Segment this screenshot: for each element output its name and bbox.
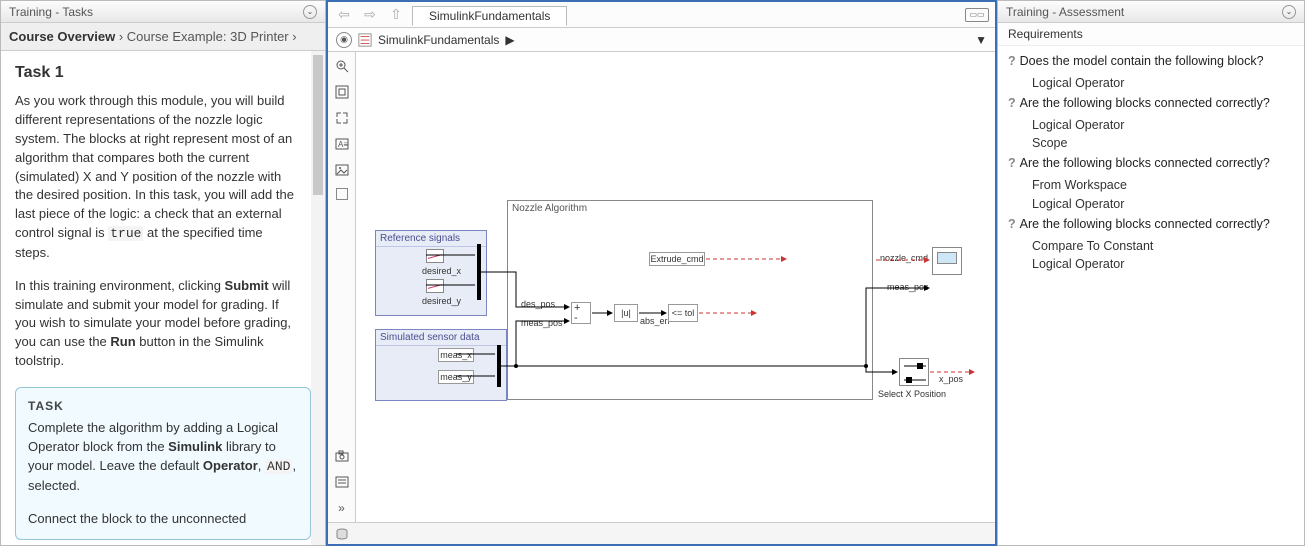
select-x-label: Select X Position: [878, 389, 946, 399]
des-pos-label: des_pos: [521, 299, 555, 309]
task-body: Task 1 As you work through this module, …: [1, 51, 325, 545]
simulated-sensor-title: Simulated sensor data: [376, 330, 506, 346]
breadcrumb-current[interactable]: Course Example: 3D Printer: [127, 29, 289, 44]
keyboard-icon[interactable]: ▭▭: [965, 8, 989, 22]
requirement-item: ?Are the following blocks connected corr…: [998, 92, 1304, 116]
desired-x-label: desired_x: [422, 266, 461, 276]
training-assessment-panel: Training - Assessment ⌄ Requirements ?Do…: [997, 0, 1305, 546]
requirement-item: ?Does the model contain the following bl…: [998, 50, 1304, 74]
properties-icon[interactable]: [334, 474, 350, 490]
more-icon[interactable]: »: [334, 500, 350, 516]
canvas-iconbar: A≡ »: [328, 52, 356, 522]
compare-to-constant-block[interactable]: <= tol: [668, 304, 698, 322]
training-tasks-panel: Training - Tasks ⌄ Course Overview › Cou…: [0, 0, 326, 546]
mux-block-2[interactable]: [497, 345, 501, 387]
task-paragraph-1: As you work through this module, you wil…: [15, 92, 299, 263]
meas-pos-label: meas_pos: [521, 318, 563, 328]
status-unknown-icon: ?: [1008, 96, 1016, 110]
camera-icon[interactable]: [334, 448, 350, 464]
nozzle-algorithm-title: Nozzle Algorithm: [508, 201, 872, 216]
breadcrumb[interactable]: Course Overview › Course Example: 3D Pri…: [1, 23, 325, 51]
requirement-item: ?Are the following blocks connected corr…: [998, 152, 1304, 176]
selector-block[interactable]: [899, 358, 929, 386]
simulink-editor-panel: ⇦ ⇨ ⇧ SimulinkFundamentals ▭▭ ◉ Simulink…: [326, 0, 997, 546]
abs-block[interactable]: |u|: [614, 304, 638, 322]
meas-x-block[interactable]: meas_x: [438, 348, 474, 362]
from-workspace-block[interactable]: [426, 249, 444, 263]
forward-icon[interactable]: ⇨: [360, 5, 380, 25]
abs-err-label: abs_err: [640, 316, 671, 326]
desired-y-label: desired_y: [422, 296, 461, 306]
up-icon[interactable]: ⇧: [386, 5, 406, 25]
editor-status-bar: [328, 522, 995, 544]
status-unknown-icon: ?: [1008, 217, 1016, 231]
meas-pos-out-label: meas_pos: [887, 282, 929, 292]
database-icon[interactable]: [334, 527, 350, 541]
tasks-panel-header: Training - Tasks ⌄: [1, 1, 325, 23]
task-box: TASK Complete the algorithm by adding a …: [15, 387, 311, 540]
model-browser-icon[interactable]: ◉: [336, 32, 352, 48]
expand-icon[interactable]: [334, 110, 350, 126]
editor-main: A≡ » Reference signals desired_x desired…: [328, 52, 995, 522]
requirements-list: ?Does the model contain the following bl…: [998, 46, 1304, 545]
requirement-sub: Logical Operator: [998, 255, 1304, 273]
scope-block[interactable]: [932, 247, 962, 275]
task-heading: Task 1: [15, 61, 311, 84]
model-canvas[interactable]: Reference signals desired_x desired_y Si…: [356, 52, 995, 522]
path-chevron-icon[interactable]: ▶: [505, 33, 514, 47]
reference-signals-subsystem[interactable]: Reference signals desired_x desired_y: [375, 230, 487, 316]
zoom-icon[interactable]: [334, 58, 350, 74]
editor-path-bar: ◉ SimulinkFundamentals ▶ ▼: [328, 28, 995, 52]
nozzle-algorithm-area[interactable]: Nozzle Algorithm: [507, 200, 873, 400]
extrude-cmd-block[interactable]: Extrude_cmd: [649, 252, 705, 266]
reference-signals-title: Reference signals: [376, 231, 486, 247]
back-icon[interactable]: ⇦: [334, 5, 354, 25]
requirement-sub: Scope: [998, 134, 1304, 152]
model-tab[interactable]: SimulinkFundamentals: [412, 6, 567, 26]
from-workspace-block-2[interactable]: [426, 279, 444, 293]
status-unknown-icon: ?: [1008, 156, 1016, 170]
task-paragraph-2: In this training environment, clicking S…: [15, 277, 299, 371]
fit-icon[interactable]: [334, 84, 350, 100]
sum-block[interactable]: +-: [571, 302, 591, 324]
mux-block-1[interactable]: [477, 244, 481, 300]
dropdown-icon[interactable]: ▼: [975, 33, 987, 47]
requirement-sub: Logical Operator: [998, 116, 1304, 134]
meas-y-block[interactable]: meas_y: [438, 370, 474, 384]
requirement-sub: Logical Operator: [998, 74, 1304, 92]
nozzle-cmd-label: nozzle_cmd: [880, 253, 928, 263]
requirements-heading: Requirements: [998, 23, 1304, 46]
x-pos-label: x_pos: [939, 374, 963, 384]
model-path[interactable]: SimulinkFundamentals: [378, 33, 499, 47]
area-icon[interactable]: [336, 188, 348, 200]
collapse-icon[interactable]: ⌄: [1282, 5, 1296, 19]
assessment-panel-title: Training - Assessment: [1006, 5, 1124, 19]
svg-text:A≡: A≡: [338, 140, 348, 149]
breadcrumb-root[interactable]: Course Overview: [9, 29, 115, 44]
annotation-icon[interactable]: A≡: [334, 136, 350, 152]
requirement-sub: From Workspace: [998, 176, 1304, 194]
status-unknown-icon: ?: [1008, 54, 1016, 68]
requirement-sub: Logical Operator: [998, 195, 1304, 213]
simulated-sensor-subsystem[interactable]: Simulated sensor data meas_x meas_y: [375, 329, 507, 401]
scrollbar[interactable]: [311, 51, 325, 545]
task-box-label: TASK: [28, 398, 298, 415]
requirement-item: ?Are the following blocks connected corr…: [998, 213, 1304, 237]
requirement-sub: Compare To Constant: [998, 237, 1304, 255]
simulink-model-icon: [358, 33, 372, 47]
editor-nav-toolbar: ⇦ ⇨ ⇧ SimulinkFundamentals ▭▭: [328, 2, 995, 28]
image-icon[interactable]: [334, 162, 350, 178]
assessment-panel-header: Training - Assessment ⌄: [998, 1, 1304, 23]
tasks-panel-title: Training - Tasks: [9, 5, 93, 19]
collapse-icon[interactable]: ⌄: [303, 5, 317, 19]
